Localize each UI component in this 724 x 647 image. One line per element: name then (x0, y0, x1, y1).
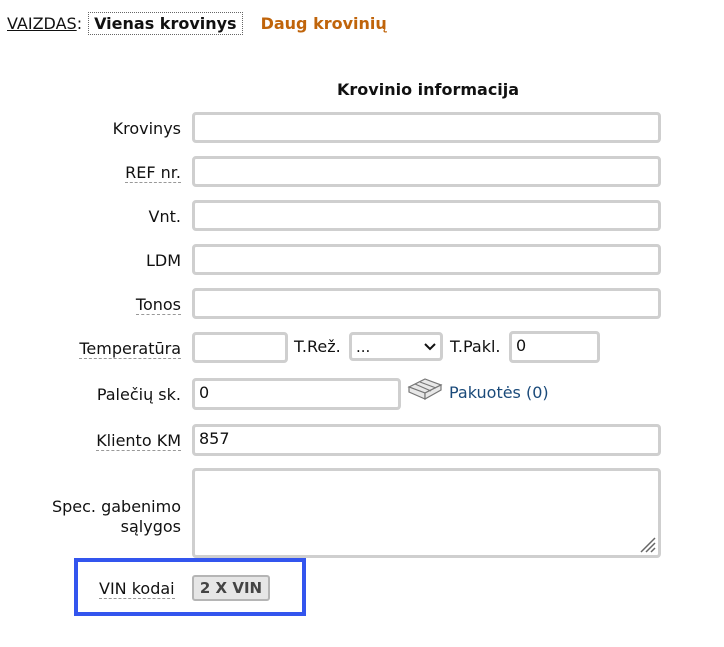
special-conditions-label-line2: sąlygos (120, 517, 181, 536)
chevron-down-icon (424, 342, 436, 350)
pallet-icon[interactable] (407, 375, 443, 401)
temperature-label: Temperatūra (79, 339, 181, 359)
tonos-label: Tonos (135, 295, 181, 315)
tonos-input[interactable] (192, 288, 661, 319)
ldm-input[interactable] (192, 244, 661, 275)
vin-codes-label: VIN kodai (99, 579, 175, 599)
vnt-label: Vnt. (148, 207, 181, 226)
view-colon: : (76, 14, 83, 33)
vnt-input[interactable] (192, 200, 661, 231)
tpakl-input[interactable]: 0 (509, 331, 600, 363)
pallets-input[interactable]: 0 (192, 378, 401, 410)
tab-multiple-cargo[interactable]: Daug krovinių (261, 14, 387, 33)
krovinys-input[interactable] (192, 112, 661, 143)
tpakl-label: T.Pakl. (450, 337, 501, 356)
view-label: VAIZDAS (7, 14, 77, 33)
section-title: Krovinio informacija (337, 80, 520, 99)
client-km-label: Kliento KM (96, 431, 181, 451)
tab-single-cargo[interactable]: Vienas krovinys (88, 12, 243, 35)
krovinys-label: Krovinys (112, 119, 181, 138)
special-conditions-label: Spec. gabenimo sąlygos (52, 497, 181, 537)
trez-label: T.Rež. (294, 337, 341, 356)
ref-input[interactable] (192, 156, 661, 187)
vin-button[interactable]: 2 X VIN (192, 575, 270, 601)
pallets-label: Palečių sk. (96, 385, 181, 404)
client-km-input[interactable]: 857 (192, 424, 661, 456)
special-conditions-textarea[interactable] (192, 468, 661, 558)
ref-label: REF nr. (125, 163, 181, 183)
resize-handle-icon[interactable] (638, 535, 656, 553)
trez-selected-value: ... (356, 337, 371, 356)
cargo-form-page: VAIZDAS : Vienas krovinys Daug krovinių … (0, 0, 724, 647)
temperature-input[interactable] (192, 332, 288, 363)
ldm-label: LDM (145, 251, 181, 270)
view-switcher: VAIZDAS : Vienas krovinys Daug krovinių (7, 12, 387, 35)
packaging-link[interactable]: Pakuotės (0) (449, 383, 549, 402)
special-conditions-label-line1: Spec. gabenimo (51, 497, 181, 516)
trez-select[interactable]: ... (349, 332, 443, 361)
